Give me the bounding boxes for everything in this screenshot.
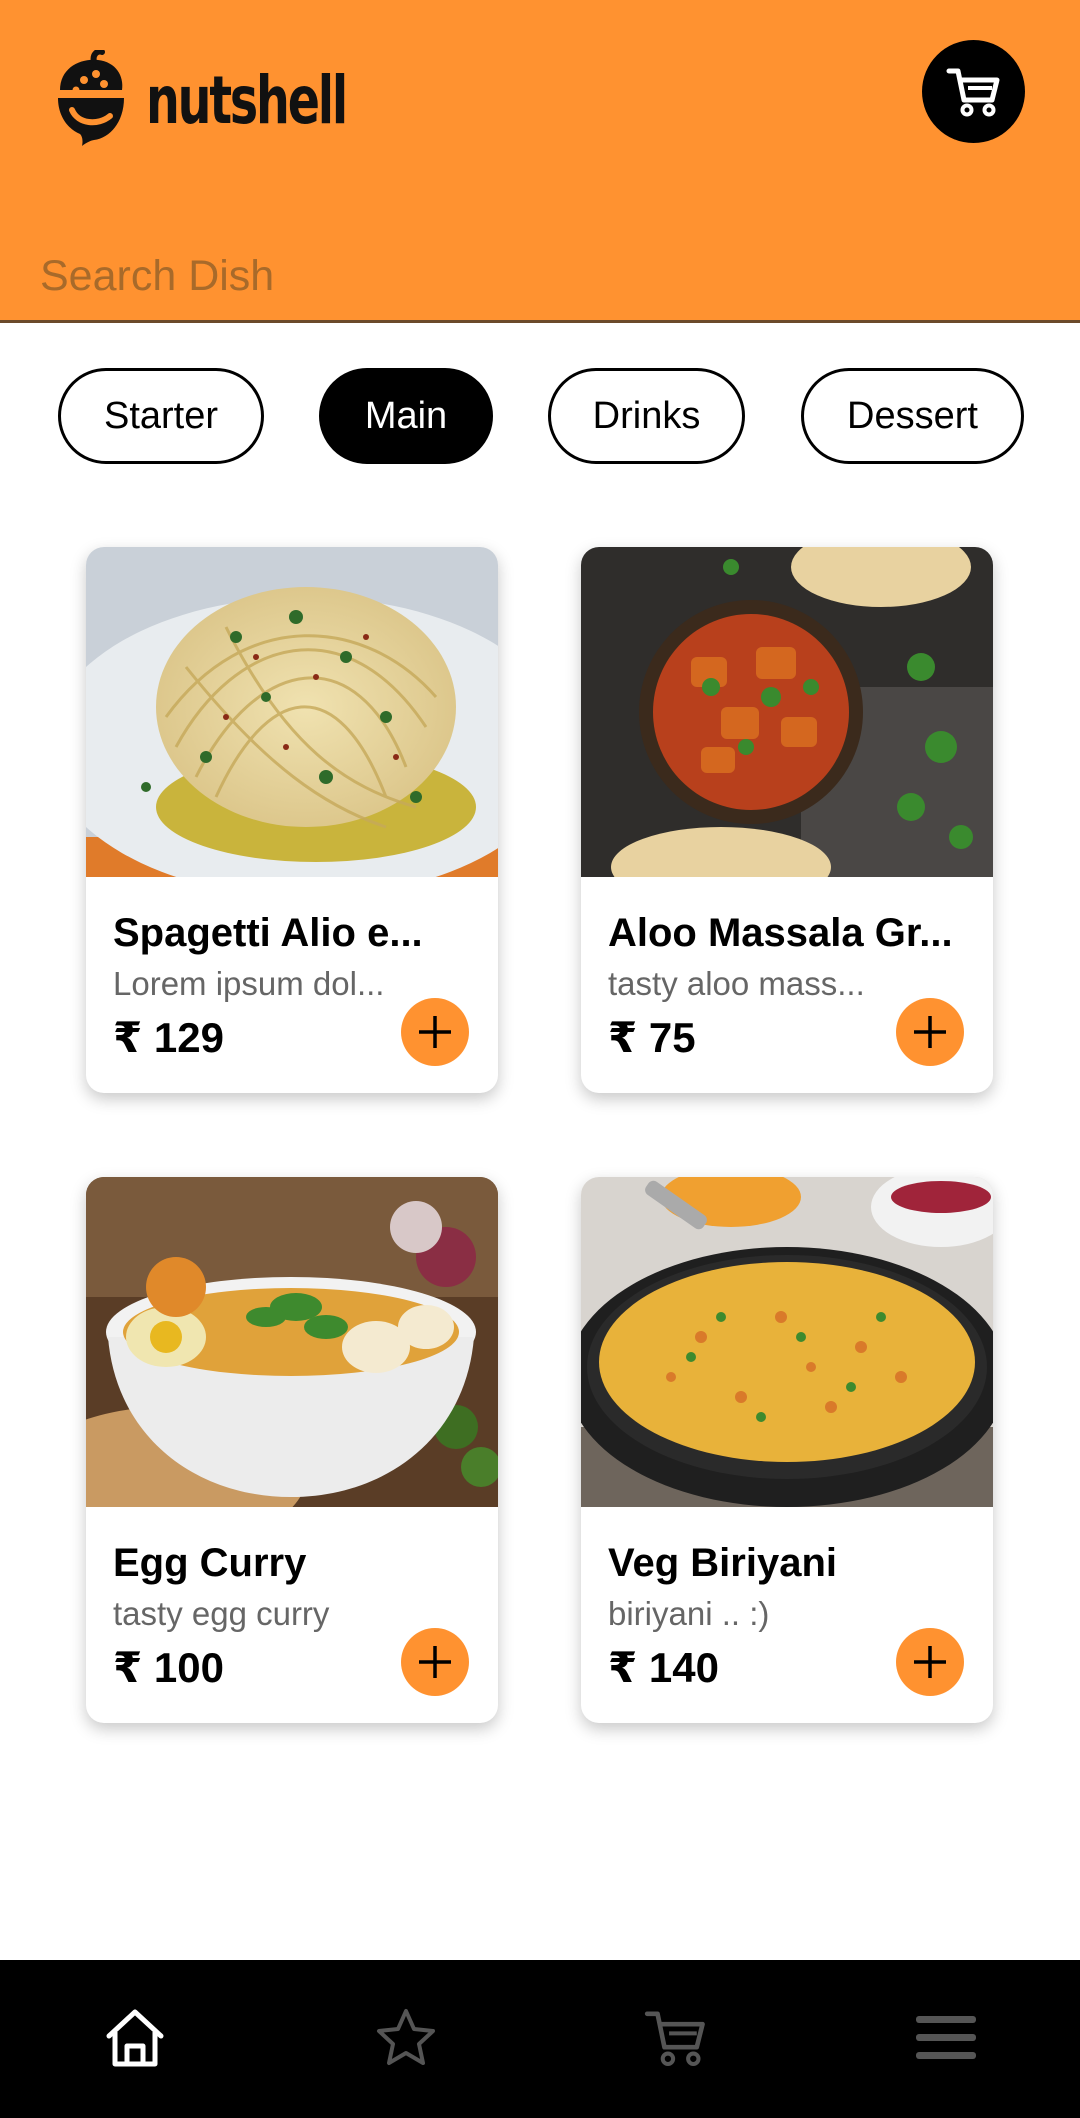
dish-description: tasty egg curry [113, 1595, 330, 1632]
star-icon [377, 2009, 435, 2065]
dish-price: ₹ 75 [608, 1014, 696, 1061]
cart-icon [644, 2011, 705, 2066]
nav-menu[interactable] [908, 2000, 984, 2076]
dish-description: biriyani .. :) [608, 1595, 770, 1632]
add-to-cart-button[interactable] [896, 998, 964, 1066]
nav-cart[interactable] [638, 2000, 714, 2076]
app-name: nutshell [146, 61, 348, 139]
cart-icon [946, 68, 999, 116]
plus-icon [419, 1016, 451, 1048]
app-header: nutshell [0, 0, 1080, 323]
nav-favorites[interactable] [368, 2000, 444, 2076]
chip-starter[interactable]: Starter [58, 368, 264, 464]
dish-name: Aloo Massala Gr... [608, 911, 953, 955]
dish-description: tasty aloo mass... [608, 965, 865, 1002]
dish-name: Veg Biriyani [608, 1541, 837, 1585]
egg-curry-image [86, 1177, 498, 1507]
search-input[interactable] [40, 236, 940, 316]
bottom-navigation [0, 1960, 1080, 2118]
dish-name: Spagetti Alio e... [113, 911, 423, 955]
chip-drinks[interactable]: Drinks [548, 368, 745, 464]
menu-icon [916, 2016, 976, 2059]
aloo-masala-image [581, 547, 993, 877]
plus-icon [419, 1646, 451, 1678]
dish-price: ₹ 129 [113, 1014, 224, 1061]
add-to-cart-button[interactable] [401, 1628, 469, 1696]
dish-description: Lorem ipsum dol... [113, 965, 385, 1002]
dish-card[interactable]: Aloo Massala Gr... tasty aloo mass... ₹ … [581, 547, 993, 1093]
home-icon [106, 2009, 164, 2067]
spaghetti-image [86, 547, 498, 877]
dish-name: Egg Curry [113, 1541, 307, 1585]
acorn-logo-icon [58, 50, 124, 146]
dish-card[interactable]: Spagetti Alio e... Lorem ipsum dol... ₹ … [86, 547, 498, 1093]
add-to-cart-button[interactable] [401, 998, 469, 1066]
category-chips: Starter Main Drinks Dessert [0, 368, 1080, 464]
veg-biriyani-image [581, 1177, 993, 1507]
app-logo: nutshell [54, 50, 424, 150]
plus-icon [914, 1646, 946, 1678]
dish-price: ₹ 140 [608, 1644, 719, 1691]
plus-icon [914, 1016, 946, 1048]
chip-dessert[interactable]: Dessert [801, 368, 1024, 464]
add-to-cart-button[interactable] [896, 1628, 964, 1696]
dish-card[interactable]: Veg Biriyani biriyani .. :) ₹ 140 [581, 1177, 993, 1723]
dish-price: ₹ 100 [113, 1644, 224, 1691]
nav-home[interactable] [97, 2000, 173, 2076]
dish-card[interactable]: Egg Curry tasty egg curry ₹ 100 [86, 1177, 498, 1723]
header-cart-button[interactable] [922, 40, 1025, 143]
chip-main[interactable]: Main [319, 368, 493, 464]
